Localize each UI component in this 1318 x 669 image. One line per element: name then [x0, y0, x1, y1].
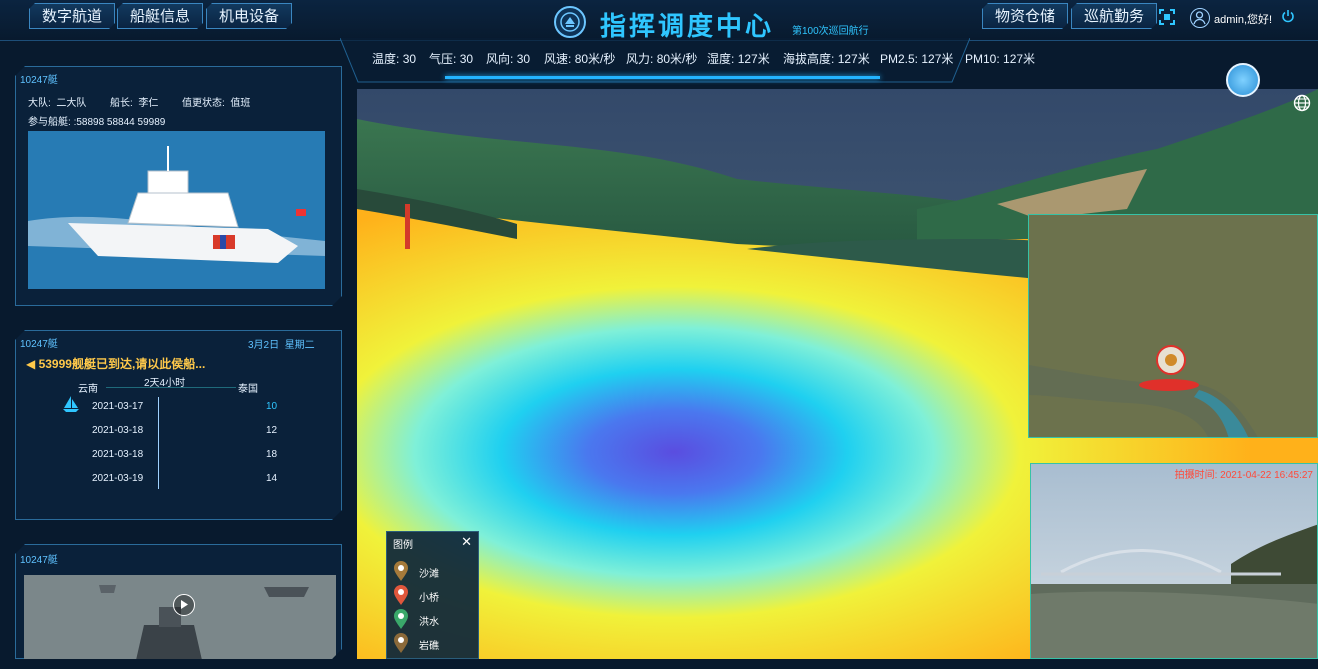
fullscreen-icon[interactable] — [1159, 9, 1175, 25]
captain-field: 船长: 李仁 — [110, 98, 159, 109]
megaphone-icon: ◀ — [26, 357, 36, 371]
legend-item-flood: 洪水 — [393, 609, 473, 629]
reef-pin-icon — [394, 633, 408, 653]
timeline-date: 2021-03-18 — [92, 449, 144, 460]
timeline-value: 18 — [266, 449, 278, 460]
map-legend: 图例 ✕ 沙滩 小桥 洪水 岩礁 — [386, 531, 479, 659]
legend-item-reef: 岩礁 — [393, 633, 473, 653]
timeline-line — [158, 397, 159, 489]
boat-info-tab: 10247艇 — [20, 75, 58, 86]
weather-wind-direction: 风向: 30 — [486, 52, 531, 66]
legend-item-beach: 沙滩 — [393, 561, 473, 581]
weather-pm25: PM2.5: 127米 — [880, 52, 954, 66]
route-panel: 10247艇 3月2日 星期二 ◀ 53999舰艇已到达,请以此侯船... 云南… — [15, 330, 342, 520]
nav-digital-channel-button[interactable]: 数字航道 — [29, 3, 115, 29]
bridge-pin-icon — [394, 585, 408, 605]
video-panel: 10247艇 — [15, 544, 342, 659]
nav-boat-info-button[interactable]: 船艇信息 — [117, 3, 203, 29]
sailboat-icon — [62, 396, 80, 412]
weather-wind-force: 风力: 80米/秒 — [626, 52, 698, 66]
arrival-notice: ◀ 53999舰艇已到达,请以此侯船... — [26, 357, 206, 371]
weather-pm10: PM10: 127米 — [965, 52, 1036, 66]
emblem-icon — [554, 6, 586, 38]
team-field: 大队: 二大队 — [28, 98, 87, 109]
camera-feed-inset[interactable]: 拍摄时间: 2021-04-22 16:45:27 — [1030, 463, 1318, 659]
legend-item-bridge: 小桥 — [393, 585, 473, 605]
timeline-date: 2021-03-19 — [92, 473, 144, 484]
nav-mech-equipment-button[interactable]: 机电设备 — [206, 3, 292, 29]
weather-altitude: 海拔高度: 127米 — [783, 52, 870, 66]
boat-photo — [28, 131, 325, 289]
boat-info-panel: 10247艇 大队: 二大队 船长: 李仁 值更状态: 值班 参与船艇: :58… — [15, 66, 342, 306]
route-arrow-line — [106, 387, 236, 388]
weather-underline — [445, 76, 880, 79]
beach-pin-icon — [394, 561, 408, 581]
camera-timestamp: 拍摄时间: 2021-04-22 16:45:27 — [1174, 470, 1313, 481]
route-origin: 云南 — [78, 384, 98, 395]
weather-temperature: 温度: 30 — [372, 52, 417, 66]
timeline-value: 12 — [266, 425, 278, 436]
timeline-value: 14 — [266, 473, 278, 484]
weather-humidity: 湿度: 127米 — [707, 52, 770, 66]
legend-close-icon[interactable]: ✕ — [461, 534, 472, 550]
nav-patrol-duty-button[interactable]: 巡航勤务 — [1071, 3, 1157, 29]
weather-pressure: 气压: 30 — [429, 52, 474, 66]
route-date: 3月2日 星期二 — [248, 340, 315, 351]
duty-status-field: 值更状态: 值班 — [182, 98, 251, 109]
timeline-date: 2021-03-18 — [92, 425, 144, 436]
video-tab: 10247艇 — [20, 555, 58, 566]
user-avatar-icon[interactable] — [1190, 8, 1210, 28]
legend-title: 图例 — [393, 540, 413, 551]
flood-pin-icon — [394, 609, 408, 629]
page-subtitle: 第100次巡回航行 — [792, 26, 869, 37]
timeline-value: 10 — [266, 401, 278, 412]
globe-icon[interactable] — [1293, 94, 1311, 112]
participating-boats-field: 参与船艇: :58898 58844 59989 — [28, 117, 166, 128]
video-thumbnail[interactable] — [24, 575, 336, 669]
satellite-map-inset[interactable] — [1028, 214, 1318, 438]
timeline-date: 2021-03-17 — [92, 401, 144, 412]
route-tab: 10247艇 — [20, 339, 58, 350]
route-destination: 泰国 — [238, 384, 258, 395]
compass-icon[interactable] — [1226, 63, 1260, 97]
logout-power-icon[interactable] — [1281, 9, 1295, 23]
nav-warehouse-button[interactable]: 物资仓储 — [982, 3, 1068, 29]
play-icon[interactable] — [173, 594, 195, 616]
weather-wind-speed: 风速: 80米/秒 — [544, 52, 616, 66]
user-greeting: admin,您好! — [1214, 14, 1273, 26]
